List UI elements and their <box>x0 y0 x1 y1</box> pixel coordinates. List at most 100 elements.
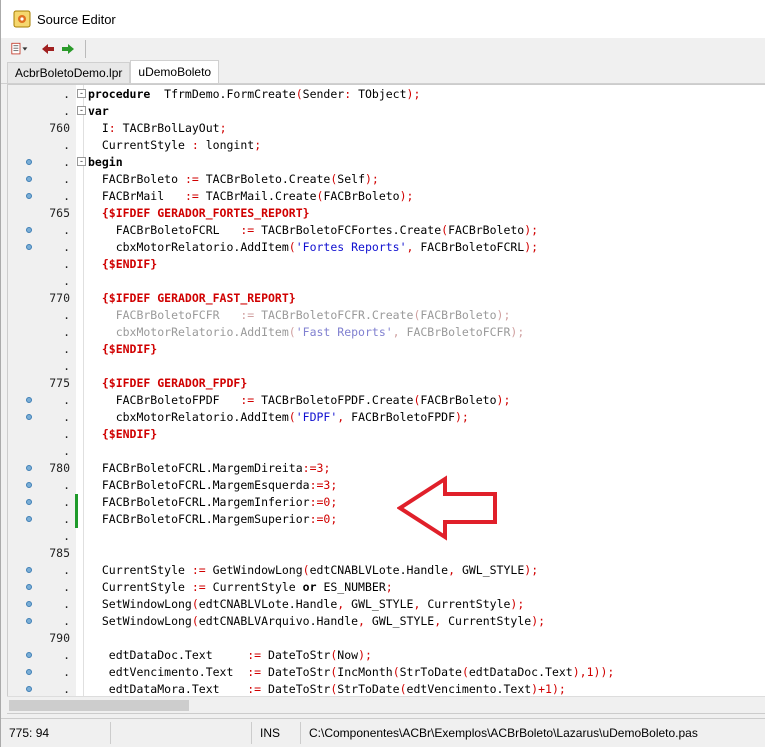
code-token: FACBrMail <box>88 189 185 203</box>
code-token: ; <box>254 138 262 152</box>
code-line[interactable]: 770 {$IFDEF GERADOR_FAST_REPORT} <box>8 290 765 307</box>
code-line[interactable]: . SetWindowLong(edtCNABLVArquivo.Handle,… <box>8 613 765 630</box>
code-token: ); <box>524 223 539 237</box>
horizontal-scrollbar[interactable] <box>7 696 765 713</box>
code-line[interactable]: 765 {$IFDEF GERADOR_FORTES_REPORT} <box>8 205 765 222</box>
code-token: ( <box>288 240 296 254</box>
line-number: 790 <box>49 631 70 645</box>
code-editor[interactable]: . - procedure TfrmDemo.FormCreate(Sender: … <box>7 84 765 714</box>
code-line[interactable]: . - procedure TfrmDemo.FormCreate(Sender: … <box>8 86 765 103</box>
code-line[interactable]: . cbxMotorRelatorio.AddItem('Fast Report… <box>8 324 765 341</box>
line-number: 785 <box>49 546 70 560</box>
line-number: . <box>63 393 70 407</box>
code-token: edtDataMora.Text <box>88 682 248 696</box>
code-token: CurrentStyle <box>441 614 532 628</box>
code-token: FACBrBoleto <box>88 172 185 186</box>
code-line[interactable]: . {$ENDIF} <box>8 256 765 273</box>
code-line[interactable]: . cbxMotorRelatorio.AddItem('Fortes Repo… <box>8 239 765 256</box>
jump-forward-button[interactable] <box>59 40 77 58</box>
source-editor-window: Source Editor AcbrBoletoDemo.lpr uDemoBo… <box>0 0 765 747</box>
code-line[interactable]: . cbxMotorRelatorio.AddItem('FDPF', FACB… <box>8 409 765 426</box>
code-line[interactable]: . CurrentStyle := GetWindowLong(edtCNABL… <box>8 562 765 579</box>
code-token: Now <box>337 648 359 662</box>
tab-udemoboleto[interactable]: uDemoBoleto <box>130 60 220 83</box>
code-text: cbxMotorRelatorio.AddItem('FDPF', FACBrB… <box>88 409 469 426</box>
code-token: var <box>88 104 109 118</box>
code-token: := <box>240 308 255 322</box>
code-line[interactable]: 760 I: TACBrBolLayOut; <box>8 120 765 137</box>
fold-toggle-icon[interactable]: - <box>77 106 86 115</box>
title-bar[interactable]: Source Editor <box>1 0 765 38</box>
toolbar-separator <box>85 40 86 58</box>
code-line[interactable]: . <box>8 358 765 375</box>
code-token: ); <box>524 240 539 254</box>
code-line[interactable]: . edtVencimento.Text := DateToStr(IncMon… <box>8 664 765 681</box>
line-number: 760 <box>49 121 70 135</box>
annotation-arrow-icon <box>397 475 497 541</box>
line-number: . <box>63 155 70 169</box>
code-line[interactable]: . CurrentStyle := CurrentStyle or ES_NUM… <box>8 579 765 596</box>
tab-acbrboletodemo-lpr[interactable]: AcbrBoletoDemo.lpr <box>7 62 131 83</box>
code-line[interactable]: . - var <box>8 103 765 120</box>
code-token: 1 <box>586 665 594 679</box>
code-line[interactable]: . edtDataDoc.Text := DateToStr(Now); <box>8 647 765 664</box>
code-line[interactable]: 780 FACBrBoletoFCRL.MargemDireita:=3; <box>8 460 765 477</box>
code-line[interactable]: . - begin <box>8 154 765 171</box>
code-line[interactable]: . FACBrBoletoFCRL.MargemInferior:=0; <box>8 494 765 511</box>
editor-menu-button[interactable] <box>11 40 29 58</box>
code-token: FACBrBoleto <box>420 393 497 407</box>
code-token: ( <box>399 682 407 696</box>
code-token: {$ENDIF} <box>88 427 158 441</box>
code-line[interactable]: 785 <box>8 545 765 562</box>
line-number: . <box>63 138 70 152</box>
code-line[interactable]: . FACBrBoletoFCRL.MargemSuperior:=0; <box>8 511 765 528</box>
code-token: ; <box>323 461 331 475</box>
line-number: . <box>63 240 70 254</box>
code-token: ; <box>219 121 227 135</box>
code-token: DateToStr <box>261 648 331 662</box>
code-token: ; <box>330 478 338 492</box>
code-line[interactable]: 775 {$IFDEF GERADOR_FPDF} <box>8 375 765 392</box>
code-line[interactable]: . FACBrBoletoFCRL.MargemEsquerda:=3; <box>8 477 765 494</box>
code-token: ), <box>572 665 587 679</box>
code-token: ; <box>385 580 393 594</box>
jump-back-button[interactable] <box>39 40 57 58</box>
code-line[interactable]: . <box>8 443 765 460</box>
code-line[interactable]: . FACBrBoletoFCRL := TACBrBoletoFCFortes… <box>8 222 765 239</box>
code-line[interactable]: . FACBrMail := TACBrMail.Create(FACBrBol… <box>8 188 765 205</box>
line-number: . <box>63 325 70 339</box>
line-number: . <box>63 172 70 186</box>
code-token: cbxMotorRelatorio.AddItem <box>88 240 289 254</box>
line-number: . <box>63 427 70 441</box>
code-line[interactable]: . FACBrBoleto := TACBrBoleto.Create(Self… <box>8 171 765 188</box>
editor-toolbar <box>1 38 765 60</box>
code-text: cbxMotorRelatorio.AddItem('Fast Reports'… <box>88 324 525 341</box>
horizontal-scroll-thumb[interactable] <box>9 700 189 711</box>
fold-toggle-icon[interactable]: - <box>77 89 86 98</box>
code-line[interactable]: 790 <box>8 630 765 647</box>
code-line[interactable]: . <box>8 528 765 545</box>
code-line[interactable]: . {$ENDIF} <box>8 426 765 443</box>
code-line[interactable]: . {$ENDIF} <box>8 341 765 358</box>
code-line[interactable]: . FACBrBoletoFPDF := TACBrBoletoFPDF.Cre… <box>8 392 765 409</box>
code-text: FACBrBoletoFPDF := TACBrBoletoFPDF.Creat… <box>88 392 511 409</box>
code-token: := <box>184 189 199 203</box>
code-token: longint <box>198 138 255 152</box>
code-line[interactable]: . FACBrBoletoFCFR := TACBrBoletoFCFR.Cre… <box>8 307 765 324</box>
code-token: FACBrBoletoFPDF <box>88 393 241 407</box>
code-token: cbxMotorRelatorio.AddItem <box>88 410 289 424</box>
code-token: CurrentStyle <box>420 597 511 611</box>
code-token: )+ <box>531 682 546 696</box>
code-token: FACBrBoletoFCRL.MargemEsquerda <box>88 478 310 492</box>
code-line[interactable]: . SetWindowLong(edtCNABLVLote.Handle, GW… <box>8 596 765 613</box>
status-bar: 775: 94 INS C:\Componentes\ACBr\Exemplos… <box>1 718 765 747</box>
fold-toggle-icon[interactable]: - <box>77 157 86 166</box>
modified-line-marker <box>75 494 78 511</box>
line-number: 770 <box>49 291 70 305</box>
cursor-position: 775: 94 <box>1 722 111 744</box>
code-text: var <box>88 103 109 120</box>
code-token: , <box>448 563 456 577</box>
code-line[interactable]: . CurrentStyle : longint; <box>8 137 765 154</box>
code-text: FACBrBoletoFCRL := TACBrBoletoFCFortes.C… <box>88 222 538 239</box>
code-line[interactable]: . <box>8 273 765 290</box>
